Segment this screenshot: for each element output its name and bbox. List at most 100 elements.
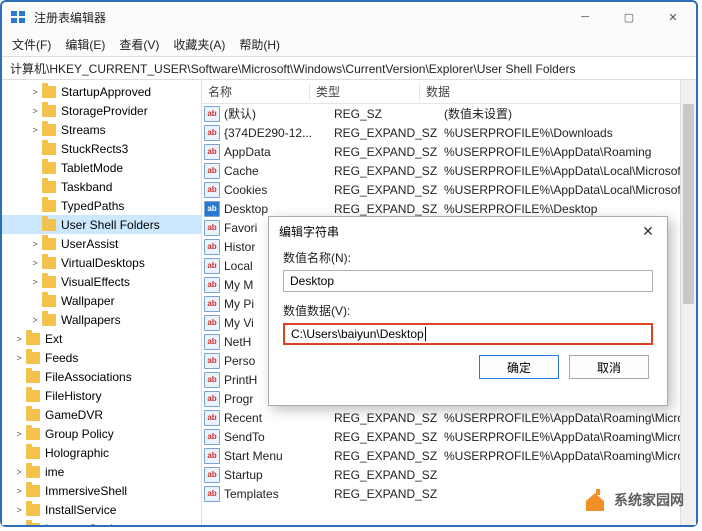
cell-name: {374DE290-12... (224, 126, 328, 140)
maximize-button[interactable]: ▢ (614, 6, 644, 28)
tree-item[interactable]: Holographic (2, 443, 201, 462)
tree-item[interactable]: > UserAssist (2, 234, 201, 253)
tree-view[interactable]: >StartupApproved>StorageProvider>Streams… (2, 80, 202, 525)
chevron-icon[interactable]: > (30, 258, 40, 268)
tree-item[interactable]: >Wallpapers (2, 310, 201, 329)
tree-item-label: TabletMode (61, 161, 123, 175)
list-row[interactable]: ab{374DE290-12...REG_EXPAND_SZ%USERPROFI… (202, 123, 696, 142)
folder-icon (42, 181, 56, 193)
value-data-input[interactable]: C:\Users\baiyun\Desktop (283, 323, 653, 345)
list-row[interactable]: abSendToREG_EXPAND_SZ%USERPROFILE%\AppDa… (202, 427, 696, 446)
tree-item-label: StuckRects3 (61, 142, 128, 156)
menu-file[interactable]: 文件(F) (12, 36, 51, 53)
tree-item[interactable]: >Feeds (2, 348, 201, 367)
minimize-button[interactable]: ─ (570, 6, 600, 28)
folder-icon (26, 466, 40, 478)
tree-item[interactable]: >StartupApproved (2, 82, 201, 101)
list-row[interactable]: abStartupREG_EXPAND_SZ (202, 465, 696, 484)
chevron-icon[interactable]: > (30, 106, 40, 116)
tree-item[interactable]: >InstallService (2, 500, 201, 519)
tree-item-label: GameDVR (45, 408, 103, 422)
tree-item-label: ImmersiveShell (45, 484, 127, 498)
folder-icon (42, 105, 56, 117)
cell-data: %USERPROFILE%\AppData\Local\Microsoft\..… (438, 164, 696, 178)
tree-item[interactable]: > ime (2, 462, 201, 481)
close-button[interactable]: ✕ (658, 6, 688, 28)
scrollbar-thumb[interactable] (683, 104, 694, 304)
tree-item[interactable]: User Shell Folders (2, 215, 201, 234)
ok-button[interactable]: 确定 (479, 355, 559, 379)
menu-favorites[interactable]: 收藏夹(A) (173, 36, 225, 53)
edit-string-dialog: 编辑字符串 ✕ 数值名称(N): Desktop 数值数据(V): C:\Use… (268, 216, 668, 406)
list-row[interactable]: abCacheREG_EXPAND_SZ%USERPROFILE%\AppDat… (202, 161, 696, 180)
value-icon: ab (204, 391, 220, 407)
menu-view[interactable]: 查看(V) (119, 36, 159, 53)
address-bar[interactable]: 计算机\HKEY_CURRENT_USER\Software\Microsoft… (2, 56, 696, 80)
list-row[interactable]: abCookiesREG_EXPAND_SZ%USERPROFILE%\AppD… (202, 180, 696, 199)
column-type[interactable]: 类型 (310, 83, 420, 100)
tree-item[interactable]: >Ext (2, 329, 201, 348)
folder-icon (26, 371, 40, 383)
cell-type: REG_EXPAND_SZ (328, 202, 438, 216)
value-icon: ab (204, 125, 220, 141)
vertical-scrollbar[interactable] (680, 80, 696, 525)
chevron-icon[interactable]: > (30, 239, 40, 249)
value-icon: ab (204, 220, 220, 236)
list-row[interactable]: abAppDataREG_EXPAND_SZ%USERPROFILE%\AppD… (202, 142, 696, 161)
tree-item[interactable]: StuckRects3 (2, 139, 201, 158)
menu-edit[interactable]: 编辑(E) (65, 36, 105, 53)
value-name-input[interactable]: Desktop (283, 270, 653, 292)
chevron-icon[interactable]: > (14, 505, 24, 515)
tree-item-label: ime (45, 465, 64, 479)
tree-item[interactable]: >VisualEffects (2, 272, 201, 291)
value-icon: ab (204, 353, 220, 369)
chevron-icon[interactable]: > (14, 353, 24, 363)
chevron-icon[interactable]: > (14, 486, 24, 496)
chevron-icon[interactable]: > (30, 87, 40, 97)
folder-icon (26, 333, 40, 345)
tree-item[interactable]: Taskband (2, 177, 201, 196)
cell-name: Templates (224, 487, 328, 501)
folder-icon (26, 428, 40, 440)
cell-name: Startup (224, 468, 328, 482)
tree-item[interactable]: FileHistory (2, 386, 201, 405)
tree-item[interactable]: >Streams (2, 120, 201, 139)
dialog-titlebar: 编辑字符串 ✕ (269, 217, 667, 245)
tree-item[interactable]: >StorageProvider (2, 101, 201, 120)
tree-item[interactable]: TabletMode (2, 158, 201, 177)
chevron-icon[interactable]: > (14, 334, 24, 344)
chevron-icon[interactable]: > (30, 125, 40, 135)
column-name[interactable]: 名称 (202, 83, 310, 100)
tree-item[interactable]: TypedPaths (2, 196, 201, 215)
chevron-icon[interactable]: > (14, 467, 24, 477)
tree-item[interactable]: Wallpaper (2, 291, 201, 310)
list-row[interactable]: ab(默认)REG_SZ(数值未设置) (202, 104, 696, 123)
value-icon: ab (204, 372, 220, 388)
tree-item[interactable]: > ImmersiveShell (2, 481, 201, 500)
folder-icon (42, 86, 56, 98)
tree-item[interactable]: GameDVR (2, 405, 201, 424)
chevron-icon[interactable]: > (30, 315, 40, 325)
folder-icon (42, 257, 56, 269)
dialog-close-button[interactable]: ✕ (639, 223, 657, 240)
folder-icon (42, 219, 56, 231)
cell-type: REG_SZ (328, 107, 438, 121)
tree-item-label: UserAssist (61, 237, 118, 251)
chevron-icon[interactable]: > (30, 277, 40, 287)
chevron-icon[interactable]: > (14, 524, 24, 526)
tree-item-label: Taskband (61, 180, 112, 194)
column-data[interactable]: 数据 (420, 83, 696, 100)
list-row[interactable]: abRecentREG_EXPAND_SZ%USERPROFILE%\AppDa… (202, 408, 696, 427)
folder-icon (26, 352, 40, 364)
chevron-icon[interactable]: > (14, 429, 24, 439)
tree-item[interactable]: FileAssociations (2, 367, 201, 386)
tree-item[interactable]: >Internet Settings (2, 519, 201, 525)
tree-item[interactable]: >VirtualDesktops (2, 253, 201, 272)
cancel-button[interactable]: 取消 (569, 355, 649, 379)
tree-item[interactable]: >Group Policy (2, 424, 201, 443)
list-row[interactable]: abStart MenuREG_EXPAND_SZ%USERPROFILE%\A… (202, 446, 696, 465)
menu-help[interactable]: 帮助(H) (239, 36, 280, 53)
folder-icon (42, 314, 56, 326)
cell-name: Start Menu (224, 449, 328, 463)
value-icon: ab (204, 467, 220, 483)
